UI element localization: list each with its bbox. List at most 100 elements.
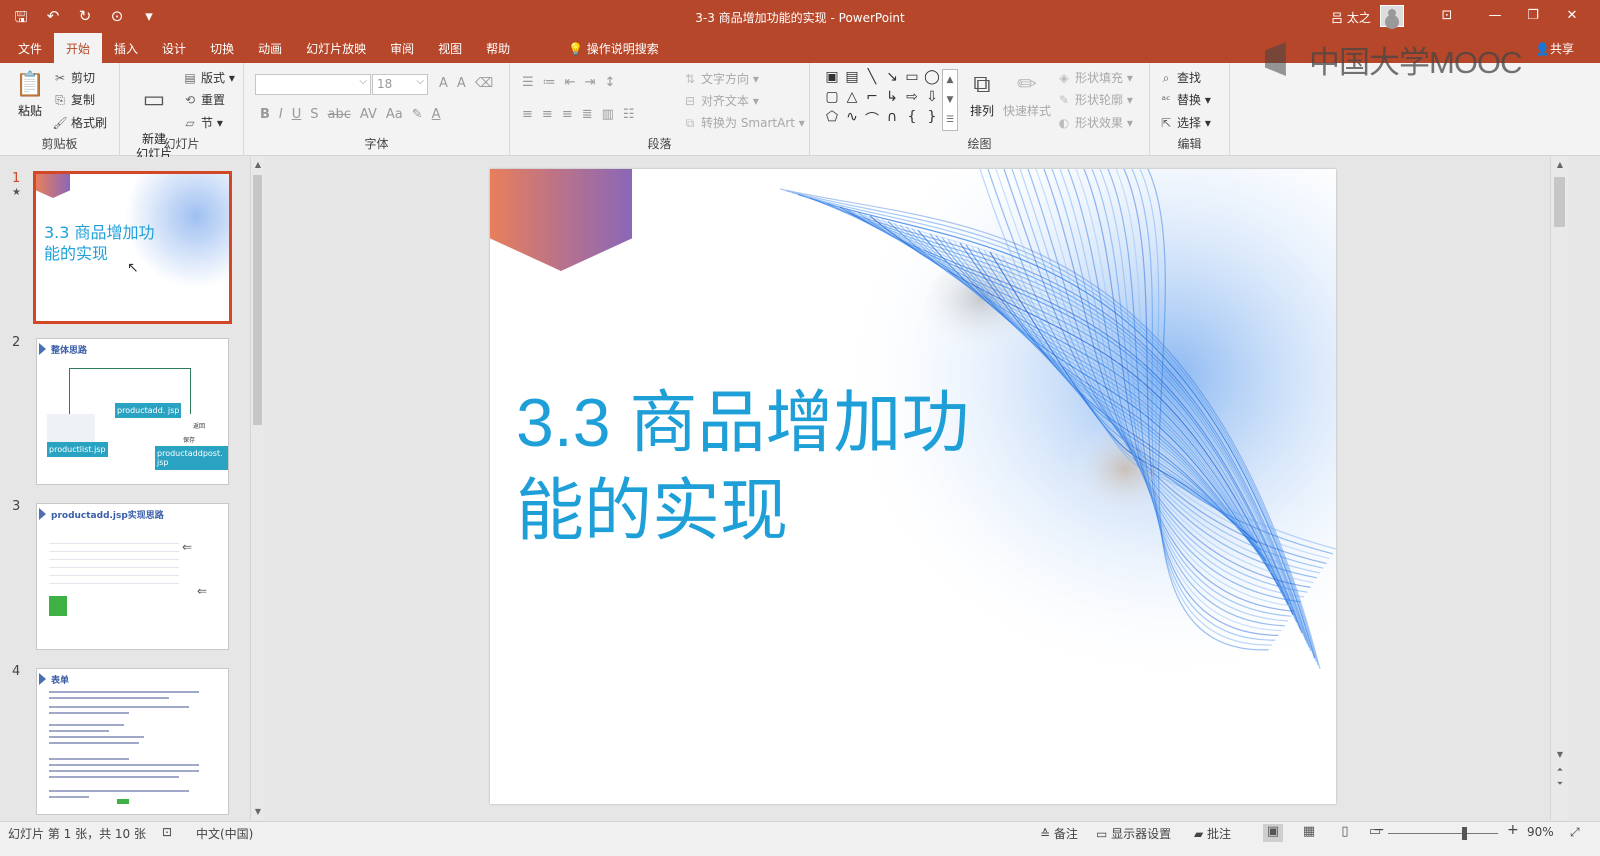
close-button[interactable]: ✕ bbox=[1562, 8, 1582, 23]
strikethrough-button[interactable]: abc bbox=[328, 107, 351, 122]
tab-help[interactable]: 帮助 bbox=[474, 33, 522, 63]
format-painter-button[interactable]: 🖌 格式刷 bbox=[52, 114, 107, 131]
zoom-slider-thumb[interactable] bbox=[1462, 827, 1467, 840]
tab-view[interactable]: 视图 bbox=[426, 33, 474, 63]
down-arrow-shape-icon[interactable]: ⇩ bbox=[922, 89, 942, 105]
triangle-shape-icon[interactable]: △ bbox=[842, 89, 862, 105]
align-center-icon[interactable]: ≡ bbox=[542, 107, 553, 122]
right-brace-icon[interactable]: } bbox=[922, 109, 942, 129]
tab-slideshow[interactable]: 幻灯片放映 bbox=[294, 33, 378, 63]
elbow-arrow-icon[interactable]: ↳ bbox=[882, 89, 902, 105]
display-settings-button[interactable]: ▭ 显示器设置 bbox=[1096, 825, 1171, 842]
rounded-rect-shape-icon[interactable]: ▢ bbox=[822, 89, 842, 105]
user-name[interactable]: 吕 太之 bbox=[1331, 9, 1371, 26]
numbering-icon[interactable]: ≔ bbox=[543, 75, 556, 90]
pentagon-shape-icon[interactable]: ⬠ bbox=[822, 109, 842, 129]
rectangle-shape-icon[interactable]: ▭ bbox=[902, 69, 922, 85]
paste-button[interactable]: 📋 粘贴 bbox=[10, 69, 50, 119]
scroll-thumb[interactable] bbox=[1554, 177, 1565, 227]
language-indicator[interactable]: 中文(中国) bbox=[196, 825, 253, 842]
clear-format-icon[interactable]: ⌫ bbox=[475, 76, 493, 91]
cut-button[interactable]: ✂ 剪切 bbox=[52, 69, 95, 86]
scroll-down-icon[interactable]: ▼ bbox=[1551, 750, 1569, 759]
find-button[interactable]: ⌕ 查找 bbox=[1158, 69, 1201, 86]
select-button[interactable]: ⇱ 选择 ▾ bbox=[1158, 114, 1211, 131]
shadow-button[interactable]: S bbox=[310, 107, 318, 122]
next-slide-icon[interactable]: ⏷ bbox=[1551, 779, 1569, 789]
reading-view-icon[interactable]: ▯ bbox=[1335, 824, 1355, 842]
minimize-button[interactable]: — bbox=[1485, 8, 1505, 23]
arc-shape-icon[interactable]: ⌒ bbox=[862, 109, 882, 129]
zoom-level[interactable]: 90% bbox=[1527, 825, 1554, 839]
tab-home[interactable]: 开始 bbox=[54, 33, 103, 63]
font-name-combo[interactable] bbox=[255, 74, 371, 95]
text-direction-button[interactable]: ⇅ 文字方向 ▾ bbox=[682, 70, 759, 87]
align-text-button[interactable]: ⊟ 对齐文本 ▾ bbox=[682, 92, 759, 109]
freeform-shape-icon[interactable]: ∿ bbox=[842, 109, 862, 129]
avatar[interactable] bbox=[1380, 5, 1404, 27]
columns-icon[interactable]: ▥ bbox=[602, 107, 614, 122]
align-right-icon[interactable]: ≡ bbox=[562, 107, 573, 122]
shape-effects-button[interactable]: ◐ 形状效果 ▾ bbox=[1056, 114, 1133, 131]
fit-slide-icon[interactable]: ⤢ bbox=[1570, 825, 1580, 840]
quick-styles-button[interactable]: ✏ 快速样式 bbox=[1002, 69, 1052, 119]
grow-font-icon[interactable]: A bbox=[439, 76, 448, 91]
tab-design[interactable]: 设计 bbox=[150, 33, 198, 63]
notes-button[interactable]: ≙ 备注 bbox=[1040, 825, 1078, 842]
editor-scrollbar[interactable]: ▲ ▼ ⏶ ⏷ bbox=[1550, 157, 1568, 820]
tab-animations[interactable]: 动画 bbox=[246, 33, 294, 63]
bullets-icon[interactable]: ☰ bbox=[522, 75, 534, 90]
scroll-down-icon[interactable]: ▼ bbox=[251, 807, 265, 816]
highlight-icon[interactable]: ✎ bbox=[412, 107, 423, 122]
ribbon-display-options-icon[interactable]: ⊡ bbox=[1437, 8, 1457, 23]
line-shape-icon[interactable]: ╲ bbox=[862, 69, 882, 85]
layout-button[interactable]: ▤ 版式 ▾ bbox=[182, 69, 235, 86]
paragraph-settings-icon[interactable]: ☷ bbox=[623, 107, 635, 122]
slide-thumbnail-2[interactable]: 整体思路 productadd. jsp productlist.jsp pro… bbox=[36, 338, 229, 485]
change-case-button[interactable]: Aa bbox=[386, 107, 403, 122]
curve-shape-icon[interactable]: ∩ bbox=[882, 109, 902, 129]
section-button[interactable]: ▱ 节 ▾ bbox=[182, 114, 222, 131]
shape-outline-button[interactable]: ✎ 形状轮廓 ▾ bbox=[1056, 91, 1133, 108]
bold-button[interactable]: B bbox=[260, 107, 270, 122]
increase-indent-icon[interactable]: ⇥ bbox=[585, 75, 596, 90]
shape-fill-button[interactable]: ◈ 形状填充 ▾ bbox=[1056, 69, 1132, 86]
slide-thumbnail-4[interactable]: 表单 bbox=[36, 668, 229, 815]
reset-button[interactable]: ⟲ 重置 bbox=[182, 91, 225, 108]
prev-slide-icon[interactable]: ⏶ bbox=[1551, 765, 1569, 775]
tab-file[interactable]: 文件 bbox=[6, 33, 54, 63]
arrow-line-shape-icon[interactable]: ↘ bbox=[882, 69, 902, 85]
thumbnail-scrollbar[interactable]: ▲ ▼ bbox=[250, 157, 264, 820]
char-spacing-button[interactable]: AV bbox=[360, 107, 377, 122]
right-arrow-shape-icon[interactable]: ⇨ bbox=[902, 89, 922, 105]
shapes-scroll[interactable]: ▲ ▼ ☰ bbox=[942, 69, 958, 131]
zoom-out-button[interactable]: − bbox=[1373, 822, 1385, 838]
line-spacing-icon[interactable]: ↕ bbox=[604, 75, 615, 90]
font-color-button[interactable]: A bbox=[432, 107, 441, 122]
accessibility-icon[interactable]: ⊡ bbox=[162, 825, 172, 839]
copy-button[interactable]: ⎘ 复制 bbox=[52, 91, 95, 108]
vertical-textbox-shape-icon[interactable]: ▤ bbox=[842, 69, 862, 85]
comments-button[interactable]: ▰ 批注 bbox=[1194, 825, 1231, 842]
slide-thumbnail-3[interactable]: productadd.jsp实现思路 ⇐ ⇐ bbox=[36, 503, 229, 650]
zoom-in-button[interactable]: + bbox=[1507, 822, 1519, 838]
scroll-up-icon[interactable]: ▲ bbox=[1551, 160, 1569, 169]
shrink-font-icon[interactable]: A bbox=[457, 76, 466, 91]
tab-insert[interactable]: 插入 bbox=[102, 33, 150, 63]
tell-me-search[interactable]: 💡 操作说明搜索 bbox=[568, 40, 659, 57]
shapes-gallery[interactable]: ▣ ▤ ╲ ↘ ▭ ◯ ▢ △ ⌐ ↳ ⇨ ⇩ ⬠ ∿ ⌒ ∩ { } bbox=[822, 69, 942, 129]
tab-review[interactable]: 审阅 bbox=[378, 33, 426, 63]
convert-smartart-button[interactable]: ⧉ 转换为 SmartArt ▾ bbox=[682, 114, 805, 131]
elbow-connector-icon[interactable]: ⌐ bbox=[862, 89, 882, 105]
italic-button[interactable]: I bbox=[279, 107, 283, 122]
restore-button[interactable]: ❐ bbox=[1523, 8, 1543, 23]
current-slide[interactable]: 3.3 商品增加功 能的实现 bbox=[490, 169, 1336, 804]
scroll-up-icon[interactable]: ▲ bbox=[251, 160, 265, 169]
replace-button[interactable]: ᵃᶜ 替换 ▾ bbox=[1158, 91, 1210, 108]
scroll-thumb[interactable] bbox=[253, 175, 262, 425]
justify-icon[interactable]: ≣ bbox=[582, 107, 593, 122]
slide-thumbnail-1[interactable]: 3.3 商品增加功 能的实现 ↖ bbox=[33, 171, 232, 324]
slide-sorter-icon[interactable]: ▦ bbox=[1299, 824, 1319, 842]
oval-shape-icon[interactable]: ◯ bbox=[922, 69, 942, 85]
slide-title[interactable]: 3.3 商品增加功 能的实现 bbox=[516, 379, 1076, 555]
